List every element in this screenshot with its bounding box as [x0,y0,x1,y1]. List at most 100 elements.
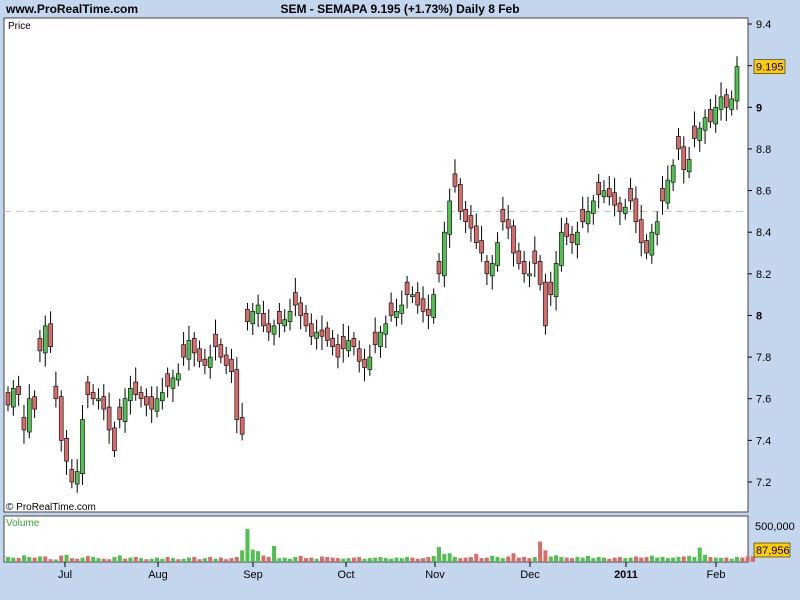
volume-bar [288,558,293,562]
candle-body [340,335,346,350]
candle-body [250,310,256,325]
candle-body [266,323,272,333]
volume-bar [655,557,660,562]
volume-bar [665,558,670,562]
volume-bar [85,556,90,562]
volume-bar [617,557,622,562]
candle-body [69,469,75,483]
volume-bar [149,558,154,562]
candle-body [239,417,245,435]
x-tick-label: Aug [148,569,168,581]
x-tick-label: 2011 [614,569,638,581]
candle-body [90,392,96,400]
candle-body [160,392,165,402]
volume-bar [468,557,473,562]
volume-panel [3,515,749,563]
stock-chart[interactable]: Price Volume © ProRealTime.com 7.2 7.4 7.6 7.8… [0,0,800,600]
volume-bar [154,557,159,562]
volume-bar [543,550,548,562]
volume-bar [208,557,213,562]
volume-bar [442,554,447,562]
candle-body [128,388,133,402]
volume-bar [681,556,686,562]
candle-body [489,263,495,277]
candle-body [644,240,649,254]
volume-bar [277,558,282,562]
volume-bar [21,555,26,562]
volume-bar [559,557,564,562]
candle-body [298,302,303,316]
x-tick-label: Dec [520,569,540,581]
volume-bar [607,558,612,562]
candle-body [553,263,559,298]
y-tick-label: 7.8 [756,352,771,364]
y-tick-label: 7.6 [756,394,771,406]
volume-bar [660,557,665,562]
candle-body [117,406,123,420]
volume-scale-label: 500,000 [755,521,795,533]
volume-bar [671,557,676,562]
volume-bar [53,559,58,562]
candle-body [133,381,139,395]
candle-body [516,250,522,264]
volume-bar [410,557,415,562]
candle-body [5,392,11,406]
candle-body [660,188,665,202]
volume-bar [48,559,53,562]
volume-bar [415,558,420,562]
candle-body [287,310,293,323]
candle-body [37,338,43,352]
volume-bar [538,541,543,562]
candle-body [511,225,516,254]
volume-bar [437,547,442,562]
candle-body [335,344,341,358]
candle-body [170,377,176,389]
y-tick-label: 9 [756,102,762,114]
candle-body [697,127,703,141]
volume-bar [490,555,495,562]
candle-body [64,437,69,462]
candle-body [202,358,208,366]
candle-body [505,219,511,229]
volume-bar [69,558,74,562]
volume-bar [474,554,479,562]
volume-bar [548,556,553,562]
volume-bar [144,559,149,562]
candle-body [532,250,538,264]
volume-bar [112,557,117,562]
candle-body [96,398,101,402]
candle-body [442,231,447,277]
volume-bar [431,555,436,562]
volume-bar [240,550,245,562]
volume-bar [426,557,431,562]
volume-bar [724,557,729,562]
candle-body [229,358,234,372]
volume-bar [506,556,511,562]
candle-body [633,198,639,223]
candle-body [207,356,213,368]
volume-bar [133,557,138,562]
candle-body [500,208,506,223]
volume-bar [405,557,410,562]
candle-body [388,302,394,316]
candle-body [447,200,452,235]
candle-body [138,392,144,400]
candle-body [575,231,580,245]
y-tick-label: 8 [756,310,762,322]
candle-body [154,398,160,412]
candle-body [670,165,676,183]
volume-bar [309,557,314,562]
volume-bar [266,557,271,562]
volume-bar [564,557,569,562]
candle-body [681,146,687,171]
volume-bar [245,528,250,562]
volume-bar [272,546,277,562]
candle-body [724,94,729,108]
candle-body [708,109,713,123]
volume-bar [261,555,266,562]
candle-body [718,96,724,110]
volume-bar [484,557,489,562]
volume-bar [399,558,404,562]
candle-body [495,242,500,266]
volume-bar [735,557,739,562]
